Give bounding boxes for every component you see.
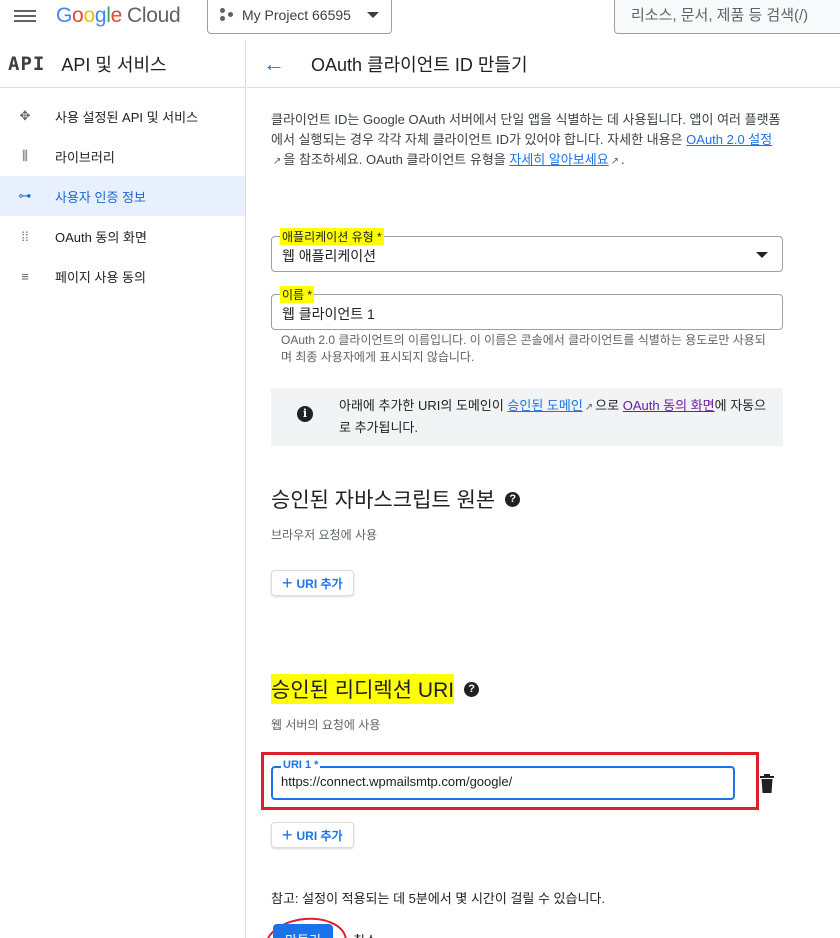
project-selector[interactable]: My Project 66595 [207, 0, 392, 34]
app-type-select[interactable]: 애플리케이션 유형 * 웹 애플리케이션 [271, 228, 783, 272]
js-origins-title: 승인된 자바스크립트 원본 ? [271, 484, 521, 514]
diamond-dots-icon: ✥ [19, 108, 31, 123]
top-bar: Google Cloud My Project 66595 [0, 0, 840, 40]
help-icon[interactable]: ? [464, 681, 480, 697]
redirect-uri-label: URI 1 * [281, 759, 321, 771]
sidebar-item-label: 라이브러리 [55, 149, 115, 165]
redirect-uris-title: 승인된 리디렉션 URI ? [271, 674, 480, 704]
help-icon[interactable]: ? [505, 491, 521, 507]
plus-icon: + [282, 825, 293, 845]
settings-list-icon: ≡ [21, 268, 29, 284]
external-link-icon: ↗ [584, 402, 594, 413]
page-header: ← OAuth 클라이언트 ID 만들기 [247, 40, 840, 88]
sidebar-item-library[interactable]: ⫼ 라이브러리 [0, 136, 245, 176]
key-icon: ⊶ [18, 188, 32, 203]
google-cloud-logo[interactable]: Google Cloud [56, 4, 181, 28]
dropdown-arrow-icon [756, 252, 768, 258]
main-content: ← OAuth 클라이언트 ID 만들기 클라이언트 ID는 Google OA… [247, 40, 840, 938]
form-content: 클라이언트 ID는 Google OAuth 서버에서 단일 앱을 식별하는 데… [261, 110, 783, 938]
info-text: 아래에 추가한 URI의 도메인이 승인된 도메인 ↗ 으로 OAuth 동의 화면… [339, 398, 767, 435]
api-badge-icon: API [8, 52, 46, 75]
sidebar-item-oauth-consent[interactable]: ⁞⁞ OAuth 동의 화면 [0, 216, 245, 256]
sidebar-title: API 및 서비스 [61, 54, 167, 75]
name-value: 웹 클라이언트 1 [282, 306, 375, 322]
oauth-consent-link[interactable]: OAuth 동의 화면 [623, 398, 715, 413]
sidebar-item-label: 페이지 사용 동의 [55, 269, 146, 285]
sidebar-item-label: 사용 설정된 API 및 서비스 [55, 109, 199, 125]
cancel-button[interactable]: 취소 [353, 930, 377, 938]
info-box: i 아래에 추가한 URI의 도메인이 승인된 도메인 ↗ 으로 OAuth 동의 … [271, 388, 783, 446]
sidebar-item-label: 사용자 인증 정보 [55, 189, 146, 205]
sidebar-item-enabled-apis[interactable]: ✥ 사용 설정된 API 및 서비스 [0, 96, 245, 136]
redirect-uris-subtitle: 웹 서버의 요청에 사용 [271, 718, 381, 732]
sidebar-item-credentials[interactable]: ⊶ 사용자 인증 정보 [0, 176, 245, 216]
plus-icon: + [282, 573, 293, 593]
sidebar-nav: ✥ 사용 설정된 API 및 서비스 ⫼ 라이브러리 ⊶ 사용자 인증 정보 ⁞… [0, 96, 245, 296]
project-icon [220, 8, 234, 22]
add-js-origin-button[interactable]: + URI 추가 [271, 570, 354, 596]
page-title: OAuth 클라이언트 ID 만들기 [311, 54, 528, 75]
back-arrow-icon[interactable]: ← [263, 52, 287, 75]
name-field[interactable]: 이름 * 웹 클라이언트 1 [271, 286, 783, 330]
app-type-value: 웹 애플리케이션 [282, 248, 377, 264]
app-type-label: 애플리케이션 유형 * [280, 228, 384, 245]
js-origins-subtitle: 브라우저 요청에 사용 [271, 528, 378, 542]
redirect-uri-field[interactable]: URI 1 * [271, 759, 735, 800]
external-link-icon: ↗ [610, 156, 620, 167]
sidebar: API API 및 서비스 ✥ 사용 설정된 API 및 서비스 ⫼ 라이브러리… [0, 40, 246, 938]
search-input[interactable] [614, 0, 840, 34]
settings-note: 참고: 설정이 적용되는 데 5분에서 몇 시간이 걸릴 수 있습니다. [271, 891, 606, 906]
library-icon: ⫼ [22, 148, 28, 163]
external-link-icon: ↗ [273, 156, 282, 167]
create-button[interactable]: 만들기 [273, 924, 333, 938]
sidebar-header: API API 및 서비스 [0, 40, 245, 88]
sidebar-item-page-usage[interactable]: ≡ 페이지 사용 동의 [0, 256, 245, 296]
menu-icon[interactable] [14, 7, 36, 25]
name-hint: OAuth 2.0 클라이언트의 이름입니다. 이 이름은 콘솔에서 클라이언트… [281, 333, 766, 364]
project-name: My Project 66595 [242, 7, 351, 23]
trash-icon[interactable] [759, 774, 775, 794]
oauth-settings-link[interactable]: OAuth 2.0 설정 [686, 132, 772, 147]
sidebar-item-label: OAuth 동의 화면 [55, 229, 147, 245]
intro-text: 클라이언트 ID는 Google OAuth 서버에서 단일 앱을 식별하는 데… [271, 112, 781, 167]
name-label: 이름 * [280, 286, 315, 303]
consent-icon: ⁞⁞ [21, 228, 29, 244]
redirect-uri-input[interactable] [281, 774, 721, 789]
chevron-down-icon [367, 12, 379, 18]
learn-more-link[interactable]: 자세히 알아보세요 [509, 152, 608, 167]
info-icon: i [297, 406, 313, 422]
add-redirect-uri-button[interactable]: + URI 추가 [271, 822, 354, 848]
authorized-domains-link[interactable]: 승인된 도메인 [507, 398, 582, 413]
